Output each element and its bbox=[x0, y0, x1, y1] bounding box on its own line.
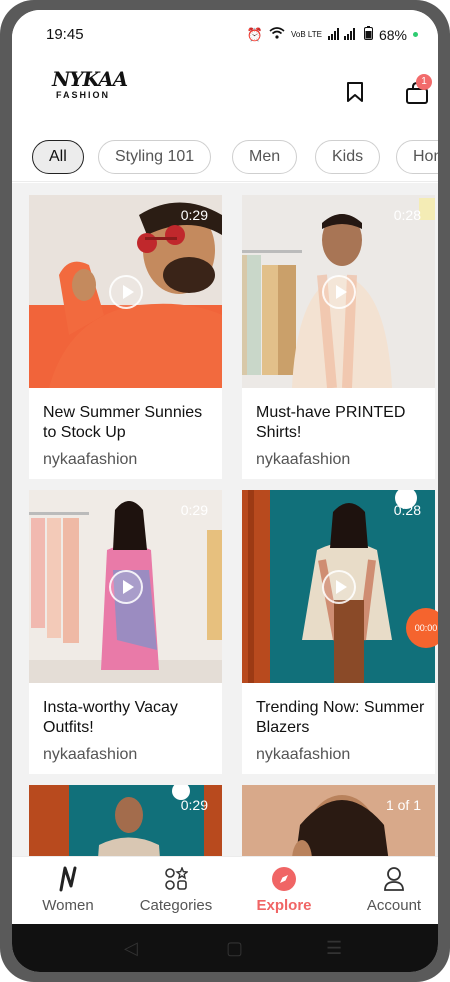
floating-timer-button[interactable]: 00:00 bbox=[406, 608, 438, 648]
video-duration: 0:29 bbox=[180, 797, 208, 813]
video-author[interactable]: nykaafashion bbox=[43, 451, 137, 469]
video-thumbnail[interactable]: 0:29 bbox=[29, 785, 222, 863]
bottom-nav: Women Categories Explore Account bbox=[12, 856, 438, 924]
cart-count-badge: 1 bbox=[416, 74, 432, 90]
status-time: 19:45 bbox=[46, 26, 84, 43]
nav-explore[interactable]: Explore bbox=[234, 865, 334, 914]
video-duration: 1 of 1 bbox=[385, 797, 421, 813]
video-card[interactable]: 0:29 bbox=[29, 785, 222, 863]
status-bar: 19:45 ⏰ VoB LTE 68% bbox=[12, 10, 438, 60]
nav-label: Women bbox=[42, 897, 94, 914]
nav-women[interactable]: Women bbox=[18, 865, 118, 914]
status-icons: ⏰ VoB LTE 68% bbox=[247, 26, 418, 43]
play-icon[interactable] bbox=[109, 275, 143, 309]
video-thumbnail[interactable]: 0:28 bbox=[242, 490, 435, 683]
nav-label: Account bbox=[366, 897, 422, 914]
video-card[interactable]: 0:28 Must-have PRINTED Shirts! nykaafash… bbox=[242, 195, 435, 479]
video-thumbnail[interactable]: 0:28 bbox=[242, 195, 435, 388]
video-title[interactable]: Must-have PRINTED Shirts! bbox=[256, 403, 428, 443]
video-author[interactable]: nykaafashion bbox=[256, 746, 350, 764]
video-card[interactable]: 1 of 1 bbox=[242, 785, 435, 863]
wifi-icon bbox=[269, 27, 285, 42]
video-title[interactable]: Insta-worthy Vacay Outfits! bbox=[43, 698, 215, 738]
recents-icon[interactable]: ☰ bbox=[326, 938, 342, 959]
video-card[interactable]: 0:29 Insta-worthy Vacay Outfits! nykaafa… bbox=[29, 490, 222, 774]
play-icon[interactable] bbox=[109, 570, 143, 604]
video-thumbnail[interactable]: 0:29 bbox=[29, 490, 222, 683]
home-icon[interactable]: ▢ bbox=[226, 938, 243, 959]
battery-level: 68% bbox=[378, 26, 407, 43]
nav-label: Explore bbox=[256, 897, 312, 914]
chip-men[interactable]: Men bbox=[232, 140, 298, 174]
nav-categories[interactable]: Categories bbox=[126, 865, 226, 914]
user-icon bbox=[344, 865, 438, 893]
video-thumbnail[interactable]: 0:29 bbox=[29, 195, 222, 388]
video-duration: 0:29 bbox=[180, 502, 208, 518]
screen: 19:45 ⏰ VoB LTE 68% NYKAA FASHION 1 All … bbox=[12, 10, 438, 972]
filter-chips-bar: All Styling 101 Men Kids Hom bbox=[12, 122, 438, 182]
chip-home[interactable]: Hom bbox=[396, 140, 438, 174]
logo-main-text: NYKAA bbox=[52, 67, 128, 91]
phone-frame: 19:45 ⏰ VoB LTE 68% NYKAA FASHION 1 All … bbox=[0, 0, 450, 982]
nykaa-fashion-logo[interactable]: NYKAA FASHION bbox=[52, 68, 132, 104]
network-type: VoB LTE bbox=[290, 29, 322, 39]
play-icon[interactable] bbox=[322, 570, 356, 604]
video-title[interactable]: New Summer Sunnies to Stock Up bbox=[43, 403, 215, 443]
video-author[interactable]: nykaafashion bbox=[256, 451, 350, 469]
system-nav-bar: ◁ ▢ ☰ bbox=[12, 924, 438, 972]
nav-account[interactable]: Account bbox=[344, 865, 438, 914]
categories-icon bbox=[126, 865, 226, 893]
app-header: NYKAA FASHION 1 bbox=[12, 60, 438, 120]
signal-icon bbox=[327, 27, 358, 43]
alarm-icon: ⏰ bbox=[246, 26, 263, 42]
battery-icon bbox=[363, 26, 373, 43]
back-icon[interactable]: ◁ bbox=[124, 938, 138, 959]
nykaa-n-icon bbox=[18, 865, 118, 893]
video-thumbnail[interactable]: 1 of 1 bbox=[242, 785, 435, 863]
video-duration: 0:29 bbox=[180, 207, 208, 223]
chip-kids[interactable]: Kids bbox=[315, 140, 381, 174]
chip-styling-101[interactable]: Styling 101 bbox=[98, 140, 212, 174]
video-author[interactable]: nykaafashion bbox=[43, 746, 137, 764]
logo-sub-text: FASHION bbox=[56, 90, 111, 100]
compass-icon bbox=[234, 865, 334, 893]
video-title[interactable]: Trending Now: Summer Blazers bbox=[256, 698, 428, 738]
video-card[interactable]: 0:29 New Summer Sunnies to Stock Up nyka… bbox=[29, 195, 222, 479]
video-duration: 0:28 bbox=[393, 207, 421, 223]
nav-label: Categories bbox=[139, 897, 213, 914]
play-icon[interactable] bbox=[322, 275, 356, 309]
chip-all[interactable]: All bbox=[32, 140, 84, 174]
explore-feed[interactable]: 0:29 New Summer Sunnies to Stock Up nyka… bbox=[12, 183, 438, 863]
bookmark-icon[interactable] bbox=[346, 82, 364, 102]
video-duration: 0:28 bbox=[393, 502, 421, 518]
privacy-dot bbox=[413, 32, 418, 37]
